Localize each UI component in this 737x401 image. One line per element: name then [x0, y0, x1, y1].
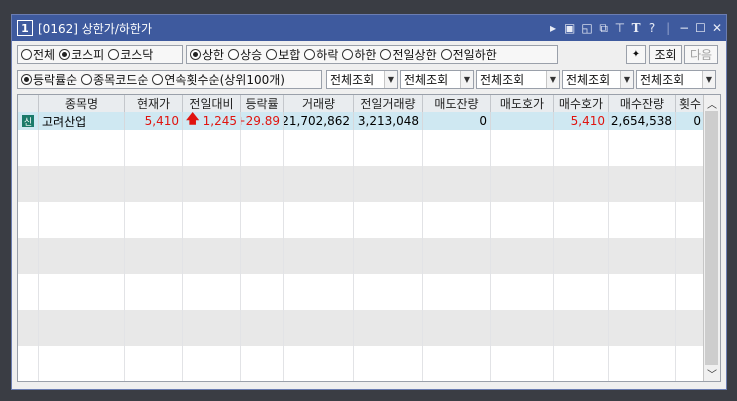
radio-sort-code[interactable]: 종목코드순 [81, 71, 148, 88]
stock-window: 1 [0162] 상한가/하한가 ▸ ▣ ◱ ⧉ ⊤ T ? | − ☐ ✕ 전… [11, 14, 727, 390]
radio-prev-lower[interactable]: 전일하한 [440, 46, 497, 63]
header-name[interactable]: 종목명 [39, 95, 125, 112]
chevron-down-icon[interactable]: ▼ [702, 70, 715, 88]
header-change[interactable]: 전일대비 [183, 95, 241, 112]
cell-bid-qty: 2,654,538 [609, 112, 676, 130]
pin-icon[interactable]: ⊤ [615, 21, 625, 35]
radio-prev-upper[interactable]: 전일상한 [380, 46, 437, 63]
up-arrow-icon: 🡅 [186, 112, 200, 127]
scroll-up-icon[interactable]: ︿ [704, 95, 720, 111]
radio-flat[interactable]: 보합 [266, 46, 300, 63]
close-icon[interactable]: ✕ [712, 21, 722, 35]
header-ask-qty[interactable]: 매도잔량 [423, 95, 491, 112]
table-header: 종목명 현재가 전일대비 등락률 거래량 전일거래량 매도잔량 매도호가 매수호… [18, 95, 705, 113]
chevron-down-icon[interactable]: ▼ [460, 70, 473, 88]
row-stripe [18, 166, 704, 202]
cell-bid-price: 5,410 [554, 112, 609, 130]
chevron-down-icon[interactable]: ▼ [546, 70, 559, 88]
settings-icon: ✦ [631, 48, 641, 60]
filter-select-5[interactable]: 전체조회 ▼ [636, 69, 716, 89]
radio-kospi[interactable]: 코스피 [59, 46, 104, 63]
header-volume[interactable]: 거래량 [284, 95, 354, 112]
scroll-down-icon[interactable]: ﹀ [704, 365, 720, 381]
title-icons: ▸ ▣ ◱ ⧉ ⊤ T ? | − ☐ ✕ [548, 15, 722, 41]
chevron-down-icon[interactable]: ▼ [384, 70, 397, 88]
header-rate[interactable]: 등락률 [241, 95, 284, 112]
header-ask-price[interactable]: 매도호가 [491, 95, 554, 112]
filter-select-2[interactable]: 전체조회 ▼ [400, 69, 474, 89]
radio-fall[interactable]: 하락 [304, 46, 338, 63]
chevron-down-icon[interactable]: ▼ [620, 70, 633, 88]
vertical-scrollbar[interactable]: ︿ ﹀ [703, 95, 720, 381]
window-title: [0162] 상한가/하한가 [38, 21, 153, 36]
layout-icon[interactable]: ▣ [564, 21, 575, 35]
cell-price: 5,410 [125, 112, 183, 130]
row-stripe [18, 310, 704, 346]
radio-all[interactable]: 전체 [21, 46, 55, 63]
radio-sort-rate[interactable]: 등락률순 [21, 71, 77, 88]
radio-sort-streak[interactable]: 연속횟수순(상위100개) [152, 71, 285, 88]
next-button[interactable]: 다음 [684, 44, 718, 64]
separator-icon: | [666, 21, 671, 35]
cell-name: 고려산업 [39, 112, 125, 130]
settings-button[interactable]: ✦ [626, 44, 646, 64]
radio-kosdaq[interactable]: 코스닥 [108, 46, 153, 63]
font-icon[interactable]: T [631, 21, 641, 35]
cell-volume: 21,702,862 [284, 112, 354, 130]
sort-radio-group: 등락률순 종목코드순 연속횟수순(상위100개) [17, 69, 322, 89]
window-number: 1 [17, 20, 33, 36]
table-row[interactable]: 신 고려산업 5,410 🡅 1,245 +29.89 21,702,862 3… [18, 112, 705, 130]
query-button[interactable]: 조회 [649, 44, 682, 64]
header-bid-price[interactable]: 매수호가 [554, 95, 609, 112]
help-icon[interactable]: ? [647, 21, 657, 35]
cell-rate: +29.89 [241, 112, 284, 130]
price-radio-group: 상한 상승 보합 하락 하한 전일상한 전일하한 [186, 44, 558, 64]
header-price[interactable]: 현재가 [125, 95, 183, 112]
radio-lower-limit[interactable]: 하한 [342, 46, 376, 63]
cell-count: 0 [676, 112, 705, 130]
cell-prev-volume: 3,213,048 [354, 112, 423, 130]
header-bid-qty[interactable]: 매수잔량 [609, 95, 676, 112]
new-listing-badge: 신 [18, 112, 39, 130]
cell-ask-qty: 0 [423, 112, 491, 130]
filter-select-1[interactable]: 전체조회 ▼ [326, 69, 398, 89]
header-count[interactable]: 횟수 [676, 95, 705, 112]
cell-ask-price [491, 112, 554, 130]
filter-select-4[interactable]: 전체조회 ▼ [562, 69, 634, 89]
stock-table: 종목명 현재가 전일대비 등락률 거래량 전일거래량 매도잔량 매도호가 매수호… [17, 94, 721, 382]
minimize-icon[interactable]: − [679, 21, 689, 35]
cell-change: 🡅 1,245 [183, 112, 241, 130]
maximize-icon[interactable]: ☐ [695, 21, 706, 35]
window-icon[interactable]: ◱ [581, 21, 592, 35]
radio-rise[interactable]: 상승 [228, 46, 262, 63]
restore-icon[interactable]: ⧉ [599, 21, 609, 36]
title-bar[interactable]: 1 [0162] 상한가/하한가 ▸ ▣ ◱ ⧉ ⊤ T ? | − ☐ ✕ [12, 15, 726, 41]
header-blank [18, 95, 39, 112]
scroll-thumb[interactable] [705, 111, 718, 365]
header-prev-volume[interactable]: 전일거래량 [354, 95, 423, 112]
filter-row-2: 등락률순 종목코드순 연속횟수순(상위100개) 전체조회 ▼ 전체조회 ▼ 전체조… [12, 67, 726, 91]
filter-row-1: 전체 코스피 코스닥 상한 상승 보합 하락 하한 전일상한 전일하한 ✦ 조회… [12, 42, 726, 66]
row-stripe [18, 238, 704, 274]
market-radio-group: 전체 코스피 코스닥 [17, 44, 183, 64]
filter-select-3[interactable]: 전체조회 ▼ [476, 69, 560, 89]
arrow-right-icon[interactable]: ▸ [548, 21, 558, 35]
radio-upper-limit[interactable]: 상한 [190, 46, 224, 63]
